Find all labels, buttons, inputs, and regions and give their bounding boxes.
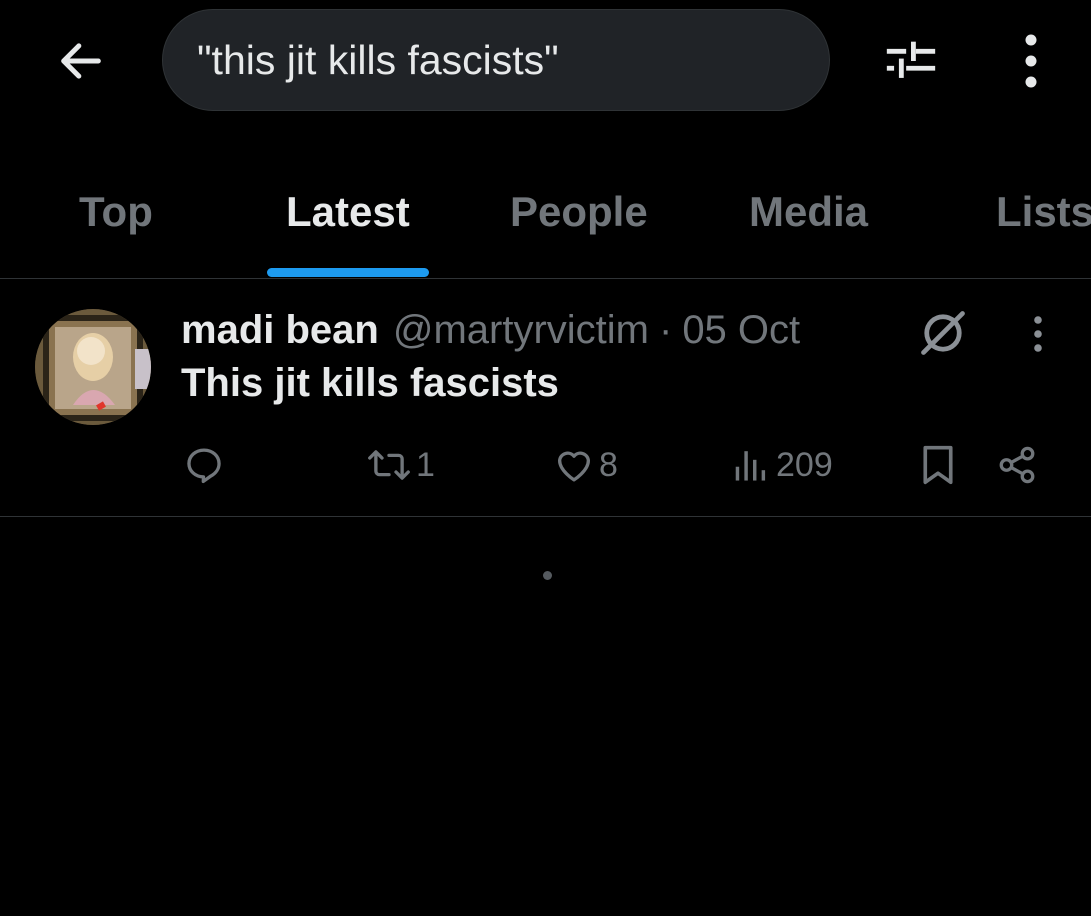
tweet-divider — [0, 516, 1091, 517]
share-icon — [999, 446, 1035, 484]
search-input[interactable] — [197, 36, 797, 84]
more-options-button[interactable] — [1000, 30, 1062, 92]
arrow-left-icon — [61, 43, 101, 79]
grok-button[interactable] — [915, 305, 971, 361]
tweet-actions: 1 8 209 — [0, 439, 1091, 491]
tweet[interactable]: madi bean @martyrvictim · 05 Oct This ji… — [0, 279, 1091, 516]
reply-icon — [187, 448, 221, 484]
reply-button[interactable] — [183, 439, 225, 491]
avatar[interactable] — [35, 309, 151, 425]
views-count: 209 — [776, 445, 833, 484]
user-handle[interactable]: @martyrvictim — [393, 308, 649, 353]
search-tabs: Top Latest People Media Lists — [0, 170, 1091, 279]
grok-icon — [921, 311, 965, 355]
views-button[interactable]: 209 — [734, 439, 833, 491]
display-name[interactable]: madi bean — [181, 308, 379, 353]
retweet-icon — [368, 450, 410, 480]
search-results-page: Top Latest People Media Lists madi bean — [0, 0, 1091, 916]
tab-lists[interactable]: Lists — [996, 170, 1091, 279]
loading-indicator — [543, 571, 552, 580]
top-bar — [0, 0, 1091, 120]
bookmark-icon — [923, 445, 953, 485]
like-count: 8 — [599, 445, 618, 484]
bar-chart-icon — [735, 451, 766, 481]
tab-top[interactable]: Top — [79, 170, 153, 279]
tab-media[interactable]: Media — [749, 170, 868, 279]
retweet-button[interactable]: 1 — [366, 439, 435, 491]
search-filter-button[interactable] — [880, 30, 942, 92]
tweet-header: madi bean @martyrvictim · 05 Oct — [181, 305, 800, 355]
tweet-text: This jit kills fascists — [181, 361, 559, 405]
vertical-dots-icon — [1025, 34, 1037, 88]
separator-dot: · — [658, 307, 673, 352]
timestamp[interactable]: 05 Oct — [682, 308, 800, 353]
bookmark-button[interactable] — [918, 439, 958, 491]
tab-people[interactable]: People — [510, 170, 648, 279]
retweet-count: 1 — [416, 445, 435, 484]
avatar-image — [35, 309, 151, 425]
tweet-more-button[interactable] — [1018, 309, 1058, 359]
tab-latest[interactable]: Latest — [286, 170, 410, 279]
sliders-icon — [886, 41, 936, 78]
active-tab-indicator — [267, 268, 429, 277]
like-button[interactable]: 8 — [553, 439, 618, 491]
vertical-dots-icon — [1034, 316, 1042, 352]
heart-icon — [557, 451, 591, 482]
back-button[interactable] — [50, 30, 112, 92]
search-box[interactable] — [162, 9, 830, 111]
share-button[interactable] — [996, 439, 1038, 491]
